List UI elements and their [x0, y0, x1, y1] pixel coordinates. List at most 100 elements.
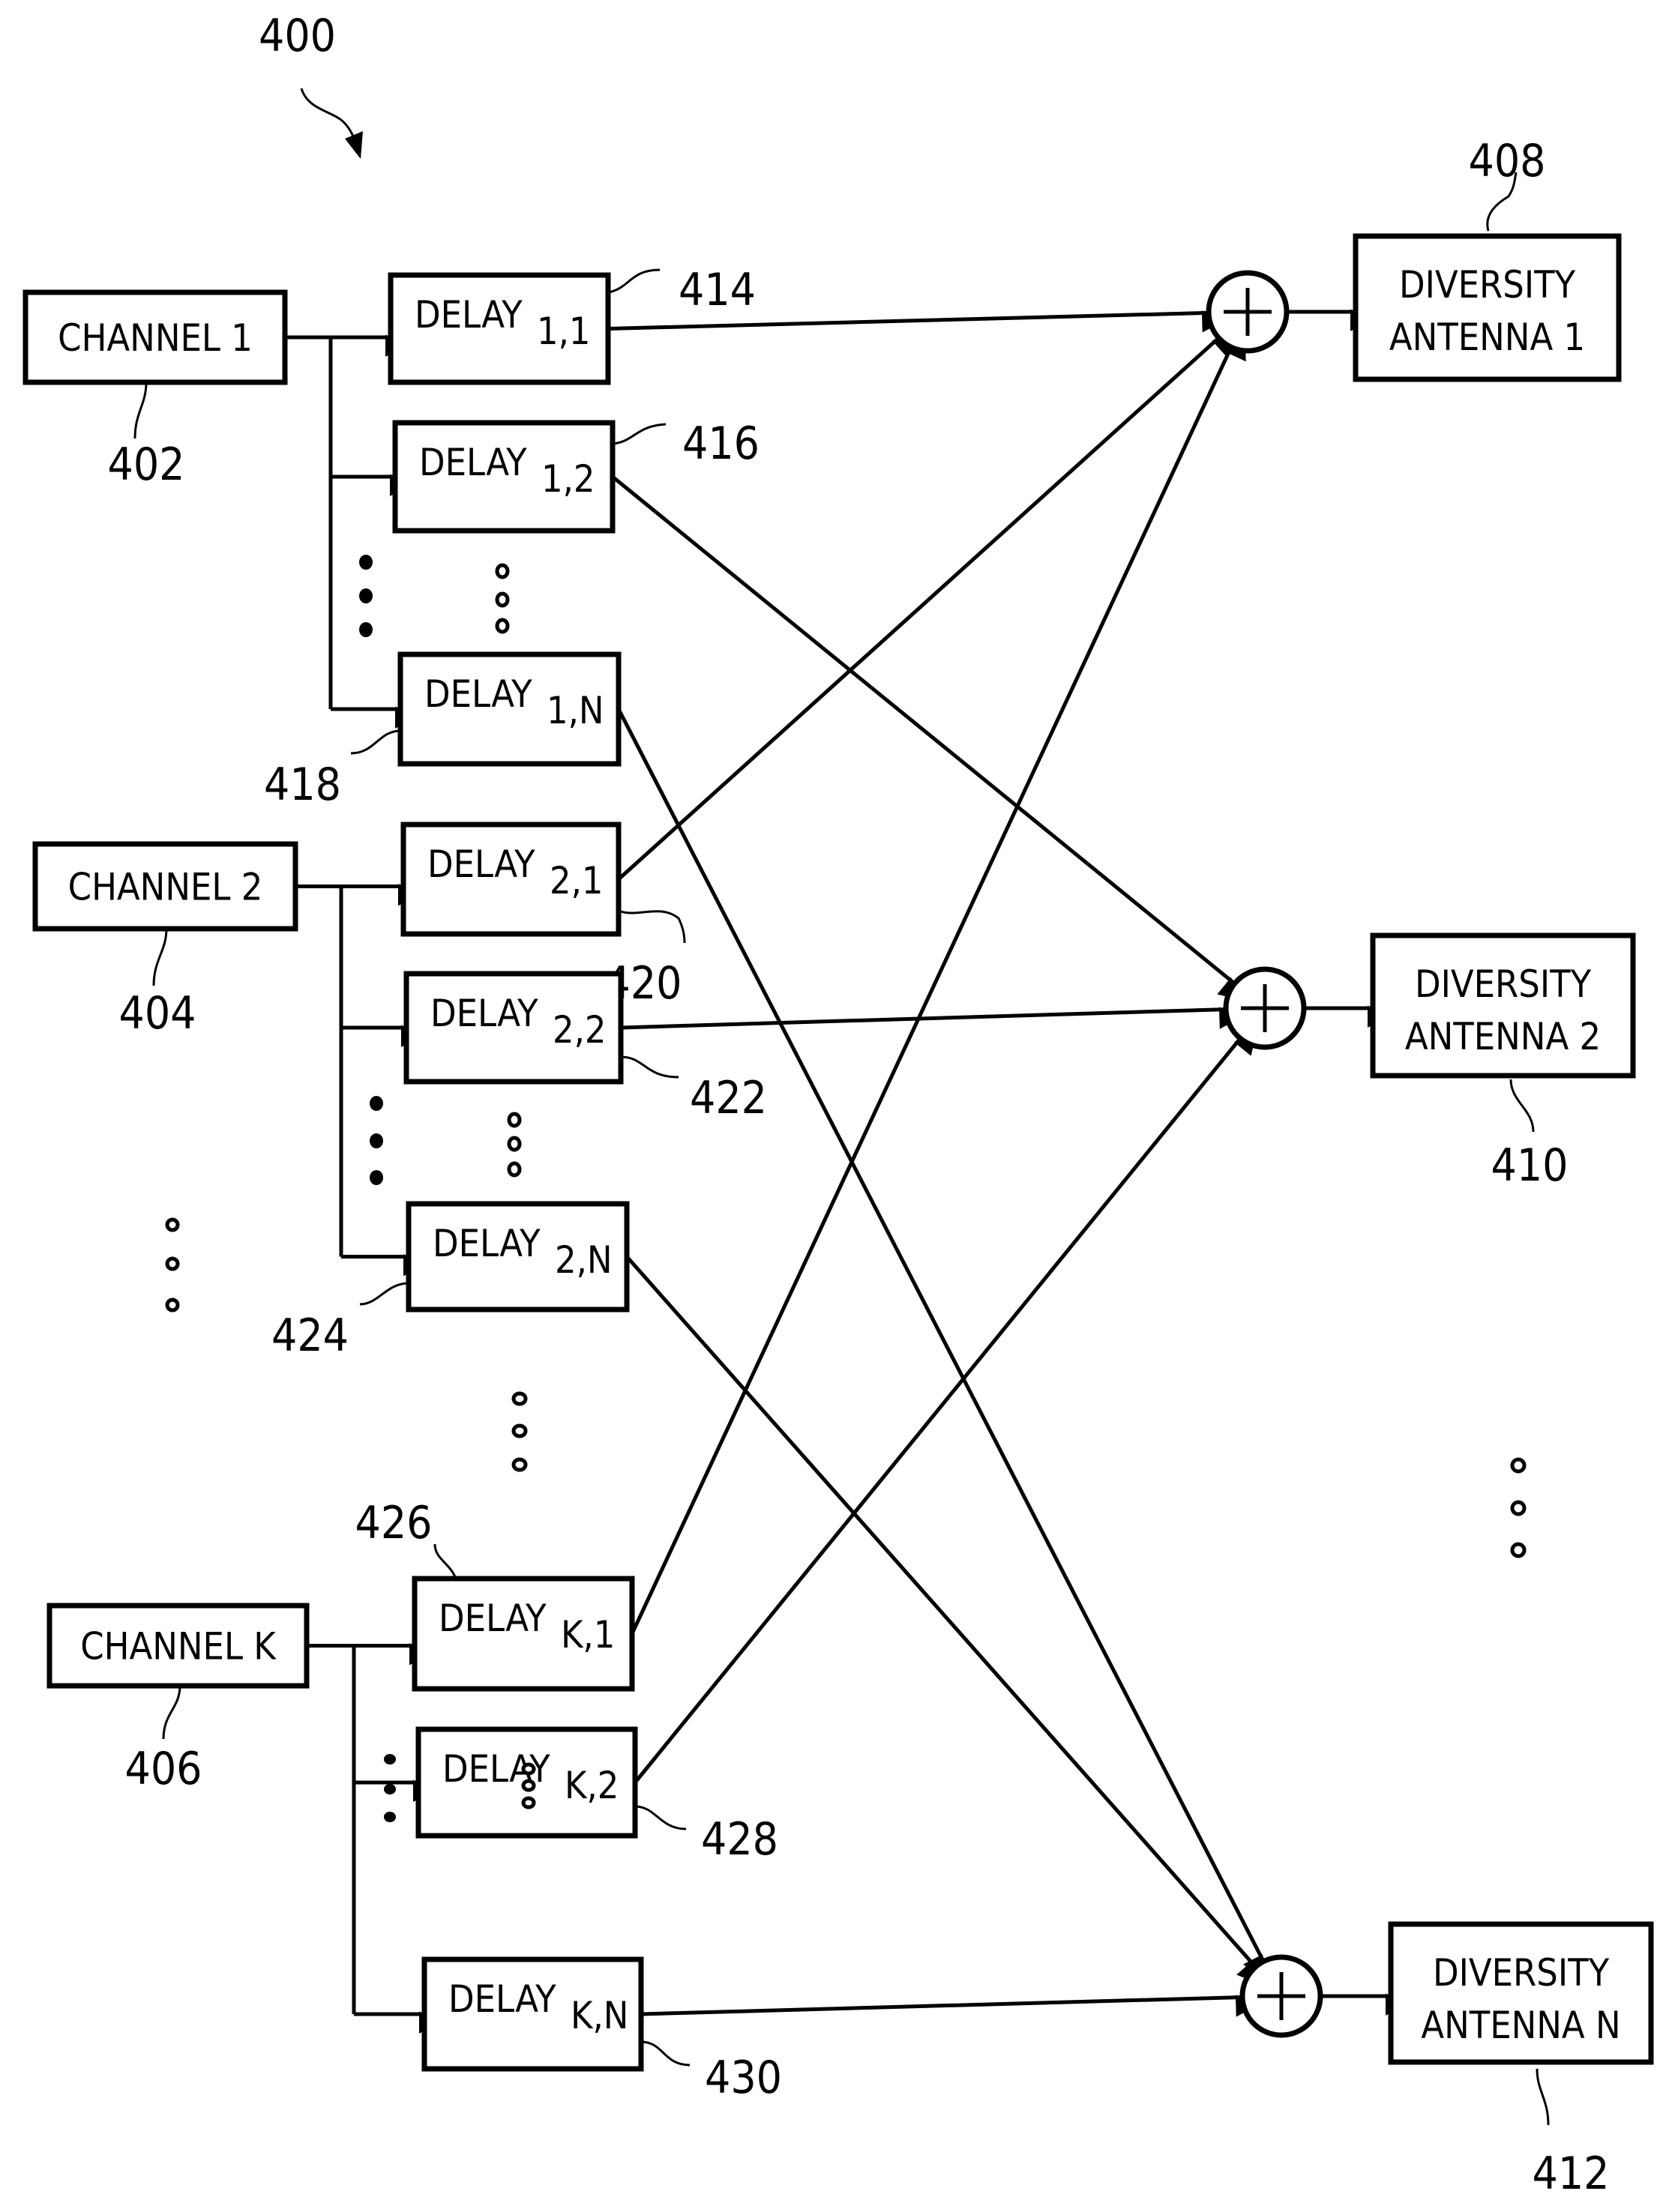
reference-leader: [1509, 1079, 1535, 1133]
delay-label: DELAY: [433, 1222, 541, 1265]
ellipsis-dot-delays-1: [495, 618, 510, 634]
delay-label: DELAY: [430, 992, 538, 1035]
reference-numeral: 410: [1491, 1139, 1568, 1192]
ellipsis-dot-bus-k: [384, 1812, 396, 1822]
delay-block-k-2: DELAY K,2428: [415, 1726, 778, 1866]
reference-leader: [133, 382, 148, 439]
antenna-label-line1: DIVERSITY: [1399, 263, 1576, 307]
reference-numeral: 430: [705, 2052, 782, 2104]
delay-subscript: K,N: [571, 1994, 628, 2037]
ellipsis-dot-delay-groups: [511, 1423, 528, 1438]
ellipsis-dot-antennas: [1510, 1542, 1527, 1558]
antenna-block-1: DIVERSITY ANTENNA 1 408: [1353, 135, 1622, 382]
reference-leader: [640, 2040, 691, 2067]
reference-numeral: 404: [118, 987, 196, 1040]
antenna-label-line2: ANTENNA 2: [1405, 1015, 1601, 1058]
reference-numeral: 424: [271, 1310, 349, 1362]
ellipsis-dot-delays-2: [507, 1112, 522, 1128]
reference-leader: [620, 1055, 679, 1079]
ellipsis-dots: [165, 555, 1527, 1822]
channel-block-1: CHANNEL 1 402: [22, 289, 288, 491]
ellipsis-dot-bus-2: [370, 1133, 383, 1148]
ellipsis-dot-channels: [165, 1298, 180, 1313]
reference-leader: [152, 928, 168, 986]
reference-leader: [359, 1282, 409, 1306]
antenna-block-2: DIVERSITY ANTENNA 2 410: [1370, 932, 1636, 1192]
delay-subscript: 2,2: [553, 1008, 607, 1052]
ellipsis-dot-bus-1: [359, 622, 373, 637]
reference-leader: [618, 909, 686, 944]
delay-diversity-block-diagram: 400 CHANNEL 1 402 CHANNEL 2 404 CHANNEL K 406…: [22, 10, 1654, 2200]
wire-dK2-to-s2: [634, 1031, 1257, 1784]
summer-n: [1239, 1954, 1323, 2038]
delay-label: DELAY: [424, 672, 532, 716]
delay-label: DELAY: [415, 293, 523, 337]
delay-subscript: 2,1: [550, 859, 604, 902]
wire-d1N-to-sN: [616, 708, 1265, 1980]
figure-pointer-arrowhead-icon: [345, 131, 363, 159]
ellipsis-dot-delays-k: [521, 1779, 536, 1792]
reference-leader: [350, 729, 401, 755]
reference-leader: [612, 423, 667, 445]
summer-1: [1206, 270, 1290, 354]
wire-dKN-to-sN: [640, 1995, 1258, 2017]
delay-block-k-n: DELAY K,N 430: [421, 1956, 782, 2104]
delay-label: DELAY: [448, 1977, 556, 2021]
ellipsis-dot-delays-1: [495, 591, 510, 608]
reference-numeral: 418: [264, 759, 341, 811]
antenna-label-line2: ANTENNA 1: [1389, 316, 1585, 359]
ellipsis-dot-antennas: [1510, 1457, 1527, 1474]
delay-subscript: K,2: [565, 1764, 619, 1807]
channel-label: CHANNEL K: [80, 1625, 277, 1669]
reference-numeral: 426: [355, 1497, 432, 1549]
ellipsis-dot-delay-groups: [511, 1457, 528, 1472]
delay-label: DELAY: [427, 843, 535, 886]
antenna-label-line1: DIVERSITY: [1433, 1951, 1610, 1995]
summer-2: [1223, 966, 1307, 1050]
ellipsis-dot-channels: [165, 1217, 180, 1232]
antenna-label-line1: DIVERSITY: [1415, 962, 1592, 1006]
ellipsis-dot-delay-groups: [511, 1391, 528, 1406]
ellipsis-dot-delays-k: [521, 1762, 536, 1776]
ellipsis-dot-bus-1: [359, 588, 373, 603]
reference-leader: [1536, 2068, 1550, 2126]
delay-block-1-1: DELAY 1,1 414: [388, 264, 756, 385]
delay-subscript: 1,2: [541, 457, 595, 501]
reference-numeral: 406: [124, 1743, 202, 1795]
reference-numeral: 416: [682, 418, 760, 470]
ellipsis-dot-bus-k: [384, 1784, 396, 1794]
reference-numeral: 414: [679, 264, 756, 316]
reference-numeral: 428: [701, 1813, 778, 1866]
figure-number: 400: [259, 10, 336, 62]
delay-subscript: 1,1: [537, 310, 591, 353]
channel-label: CHANNEL 1: [58, 316, 253, 360]
delay-block-k-1: DELAY K,1 426: [355, 1497, 635, 1692]
ellipsis-dot-antennas: [1510, 1500, 1527, 1516]
channel-block-3: CHANNEL K 406: [46, 1603, 310, 1795]
antenna-block-n: DIVERSITY ANTENNA N 412: [1388, 1921, 1654, 2200]
delay-block-2-n: DELAY 2,N 424: [271, 1201, 630, 1362]
ellipsis-dot-delays-k: [521, 1796, 536, 1809]
delay-subscript: 1,N: [547, 689, 604, 732]
reference-numeral: 422: [690, 1072, 767, 1124]
channel-block-2: CHANNEL 2 404: [32, 841, 298, 1040]
reference-leader: [634, 1805, 687, 1830]
delay-subscript: K,1: [561, 1613, 615, 1657]
ellipsis-dot-delays-1: [495, 563, 510, 579]
wire-d12-to-s2: [611, 475, 1242, 1000]
delay-block-1-2: DELAY 1,2 416: [392, 418, 760, 534]
ellipsis-dot-bus-1: [359, 555, 373, 570]
ellipsis-dot-bus-2: [370, 1096, 383, 1111]
delay-block-1-n: DELAY 1,N 418: [264, 651, 622, 811]
nodes: CHANNEL 1 402 CHANNEL 2 404 CHANNEL K 406 DELA…: [22, 135, 1654, 2200]
ellipsis-dot-bus-k: [384, 1754, 396, 1765]
delay-subscript: 2,N: [555, 1238, 613, 1282]
reference-leader: [433, 1543, 457, 1579]
ellipsis-dot-delays-2: [507, 1136, 522, 1152]
antenna-label-line2: ANTENNA N: [1421, 2004, 1620, 2047]
ellipsis-dot-bus-2: [370, 1170, 383, 1185]
ellipsis-dot-channels: [165, 1256, 180, 1271]
reference-numeral: 408: [1468, 135, 1545, 187]
reference-leader: [607, 268, 661, 294]
delay-label: DELAY: [439, 1597, 547, 1640]
